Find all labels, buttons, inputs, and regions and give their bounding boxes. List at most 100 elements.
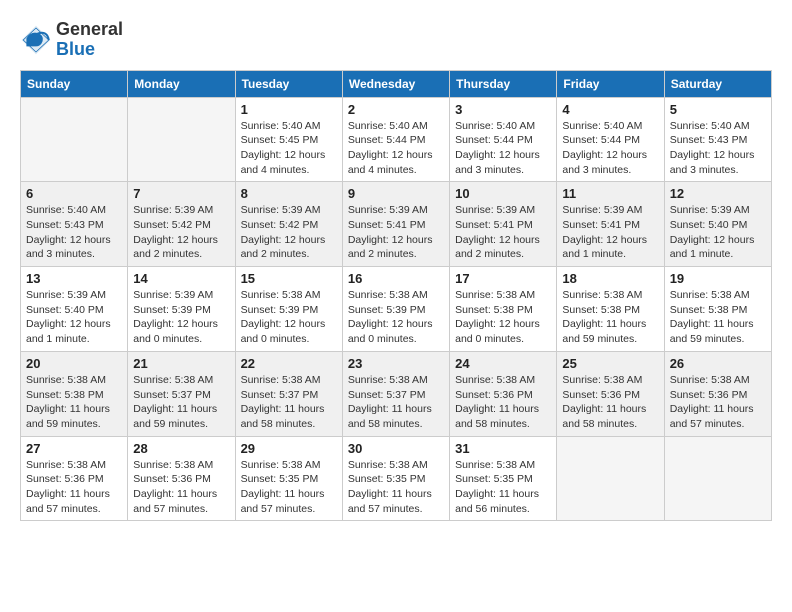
calendar-cell: 27Sunrise: 5:38 AMSunset: 5:36 PMDayligh… bbox=[21, 436, 128, 521]
calendar-cell: 7 Sunrise: 5:39 AMSunset: 5:42 PMDaylight… bbox=[128, 182, 235, 267]
day-info: Sunrise: 5:40 AMSunset: 5:44 PMDaylight:… bbox=[562, 119, 658, 178]
day-number: 5 bbox=[670, 102, 766, 117]
calendar-cell: 21Sunrise: 5:38 AMSunset: 5:37 PMDayligh… bbox=[128, 351, 235, 436]
logo-text-blue: Blue bbox=[56, 40, 123, 60]
day-info: Sunrise: 5:38 AMSunset: 5:36 PMDaylight:… bbox=[670, 373, 766, 432]
calendar-cell: 25 Sunrise: 5:38 AMSunset: 5:36 PMDayligh… bbox=[557, 351, 664, 436]
day-number: 14 bbox=[133, 271, 229, 286]
day-number: 2 bbox=[348, 102, 444, 117]
calendar-cell: 31 Sunrise: 5:38 AMSunset: 5:35 PMDayligh… bbox=[450, 436, 557, 521]
calendar-week-row: 1 Sunrise: 5:40 AMSunset: 5:45 PMDaylight… bbox=[21, 97, 772, 182]
logo: General Blue bbox=[20, 20, 123, 60]
day-number: 19 bbox=[670, 271, 766, 286]
day-number: 10 bbox=[455, 186, 551, 201]
day-number: 20 bbox=[26, 356, 122, 371]
calendar-week-row: 20 Sunrise: 5:38 AMSunset: 5:38 PMDayligh… bbox=[21, 351, 772, 436]
calendar-cell: 22 Sunrise: 5:38 AMSunset: 5:37 PMDayligh… bbox=[235, 351, 342, 436]
day-info: Sunrise: 5:38 AMSunset: 5:35 PMDaylight:… bbox=[348, 458, 444, 517]
day-number: 24 bbox=[455, 356, 551, 371]
day-number: 30 bbox=[348, 441, 444, 456]
day-info: Sunrise: 5:39 AMSunset: 5:41 PMDaylight:… bbox=[455, 203, 551, 262]
calendar-cell bbox=[21, 97, 128, 182]
page-header: General Blue bbox=[20, 20, 772, 60]
calendar-cell: 23 Sunrise: 5:38 AMSunset: 5:37 PMDayligh… bbox=[342, 351, 449, 436]
day-info: Sunrise: 5:39 AMSunset: 5:41 PMDaylight:… bbox=[562, 203, 658, 262]
day-info: Sunrise: 5:38 AMSunset: 5:37 PMDaylight:… bbox=[241, 373, 337, 432]
day-info: Sunrise: 5:38 AMSunset: 5:39 PMDaylight:… bbox=[241, 288, 337, 347]
day-number: 25 bbox=[562, 356, 658, 371]
day-info: Sunrise: 5:38 AMSunset: 5:38 PMDaylight:… bbox=[562, 288, 658, 347]
day-number: 9 bbox=[348, 186, 444, 201]
day-number: 7 bbox=[133, 186, 229, 201]
calendar-table: SundayMondayTuesdayWednesdayThursdayFrid… bbox=[20, 70, 772, 522]
day-info: Sunrise: 5:38 AMSunset: 5:39 PMDaylight:… bbox=[348, 288, 444, 347]
day-info: Sunrise: 5:38 AMSunset: 5:36 PMDaylight:… bbox=[133, 458, 229, 517]
calendar-cell: 14 Sunrise: 5:39 AMSunset: 5:39 PMDayligh… bbox=[128, 267, 235, 352]
calendar-cell: 6 Sunrise: 5:40 AMSunset: 5:43 PMDaylight… bbox=[21, 182, 128, 267]
calendar-cell: 17 Sunrise: 5:38 AMSunset: 5:38 PMDayligh… bbox=[450, 267, 557, 352]
day-number: 23 bbox=[348, 356, 444, 371]
calendar-cell: 8 Sunrise: 5:39 AMSunset: 5:42 PMDaylight… bbox=[235, 182, 342, 267]
calendar-cell: 4Sunrise: 5:40 AMSunset: 5:44 PMDaylight… bbox=[557, 97, 664, 182]
day-info: Sunrise: 5:39 AMSunset: 5:41 PMDaylight:… bbox=[348, 203, 444, 262]
day-number: 13 bbox=[26, 271, 122, 286]
day-info: Sunrise: 5:40 AMSunset: 5:45 PMDaylight:… bbox=[241, 119, 337, 178]
day-number: 21 bbox=[133, 356, 229, 371]
column-header-monday: Monday bbox=[128, 70, 235, 97]
day-number: 28 bbox=[133, 441, 229, 456]
column-header-thursday: Thursday bbox=[450, 70, 557, 97]
calendar-cell: 9 Sunrise: 5:39 AMSunset: 5:41 PMDaylight… bbox=[342, 182, 449, 267]
calendar-cell: 5Sunrise: 5:40 AMSunset: 5:43 PMDaylight… bbox=[664, 97, 771, 182]
calendar-cell: 24 Sunrise: 5:38 AMSunset: 5:36 PMDayligh… bbox=[450, 351, 557, 436]
day-info: Sunrise: 5:38 AMSunset: 5:37 PMDaylight:… bbox=[348, 373, 444, 432]
day-number: 6 bbox=[26, 186, 122, 201]
day-info: Sunrise: 5:38 AMSunset: 5:35 PMDaylight:… bbox=[455, 458, 551, 517]
day-info: Sunrise: 5:39 AMSunset: 5:39 PMDaylight:… bbox=[133, 288, 229, 347]
calendar-week-row: 13 Sunrise: 5:39 AMSunset: 5:40 PMDayligh… bbox=[21, 267, 772, 352]
column-header-wednesday: Wednesday bbox=[342, 70, 449, 97]
day-number: 18 bbox=[562, 271, 658, 286]
day-number: 17 bbox=[455, 271, 551, 286]
day-number: 31 bbox=[455, 441, 551, 456]
calendar-cell: 13 Sunrise: 5:39 AMSunset: 5:40 PMDayligh… bbox=[21, 267, 128, 352]
calendar-cell: 10 Sunrise: 5:39 AMSunset: 5:41 PMDayligh… bbox=[450, 182, 557, 267]
calendar-cell bbox=[664, 436, 771, 521]
calendar-cell: 15 Sunrise: 5:38 AMSunset: 5:39 PMDayligh… bbox=[235, 267, 342, 352]
day-info: Sunrise: 5:38 AMSunset: 5:38 PMDaylight:… bbox=[670, 288, 766, 347]
day-info: Sunrise: 5:39 AMSunset: 5:42 PMDaylight:… bbox=[241, 203, 337, 262]
day-number: 11 bbox=[562, 186, 658, 201]
calendar-week-row: 6 Sunrise: 5:40 AMSunset: 5:43 PMDaylight… bbox=[21, 182, 772, 267]
calendar-cell: 26 Sunrise: 5:38 AMSunset: 5:36 PMDayligh… bbox=[664, 351, 771, 436]
day-number: 22 bbox=[241, 356, 337, 371]
calendar-cell: 20 Sunrise: 5:38 AMSunset: 5:38 PMDayligh… bbox=[21, 351, 128, 436]
column-header-saturday: Saturday bbox=[664, 70, 771, 97]
day-info: Sunrise: 5:38 AMSunset: 5:36 PMDaylight:… bbox=[562, 373, 658, 432]
day-info: Sunrise: 5:38 AMSunset: 5:36 PMDaylight:… bbox=[455, 373, 551, 432]
calendar-cell: 18 Sunrise: 5:38 AMSunset: 5:38 PMDayligh… bbox=[557, 267, 664, 352]
day-info: Sunrise: 5:38 AMSunset: 5:38 PMDaylight:… bbox=[455, 288, 551, 347]
day-number: 8 bbox=[241, 186, 337, 201]
day-info: Sunrise: 5:40 AMSunset: 5:43 PMDaylight:… bbox=[26, 203, 122, 262]
calendar-cell bbox=[128, 97, 235, 182]
day-number: 3 bbox=[455, 102, 551, 117]
day-number: 16 bbox=[348, 271, 444, 286]
calendar-cell: 12Sunrise: 5:39 AMSunset: 5:40 PMDayligh… bbox=[664, 182, 771, 267]
column-header-tuesday: Tuesday bbox=[235, 70, 342, 97]
day-info: Sunrise: 5:38 AMSunset: 5:38 PMDaylight:… bbox=[26, 373, 122, 432]
column-header-friday: Friday bbox=[557, 70, 664, 97]
day-number: 26 bbox=[670, 356, 766, 371]
calendar-cell: 28 Sunrise: 5:38 AMSunset: 5:36 PMDayligh… bbox=[128, 436, 235, 521]
day-number: 15 bbox=[241, 271, 337, 286]
calendar-week-row: 27Sunrise: 5:38 AMSunset: 5:36 PMDayligh… bbox=[21, 436, 772, 521]
day-info: Sunrise: 5:38 AMSunset: 5:35 PMDaylight:… bbox=[241, 458, 337, 517]
day-info: Sunrise: 5:40 AMSunset: 5:44 PMDaylight:… bbox=[455, 119, 551, 178]
day-number: 29 bbox=[241, 441, 337, 456]
calendar-cell: 11 Sunrise: 5:39 AMSunset: 5:41 PMDayligh… bbox=[557, 182, 664, 267]
logo-icon bbox=[20, 24, 52, 56]
day-info: Sunrise: 5:39 AMSunset: 5:40 PMDaylight:… bbox=[26, 288, 122, 347]
calendar-cell: 16 Sunrise: 5:38 AMSunset: 5:39 PMDayligh… bbox=[342, 267, 449, 352]
day-info: Sunrise: 5:39 AMSunset: 5:42 PMDaylight:… bbox=[133, 203, 229, 262]
day-info: Sunrise: 5:38 AMSunset: 5:36 PMDaylight:… bbox=[26, 458, 122, 517]
calendar-header-row: SundayMondayTuesdayWednesdayThursdayFrid… bbox=[21, 70, 772, 97]
day-number: 1 bbox=[241, 102, 337, 117]
